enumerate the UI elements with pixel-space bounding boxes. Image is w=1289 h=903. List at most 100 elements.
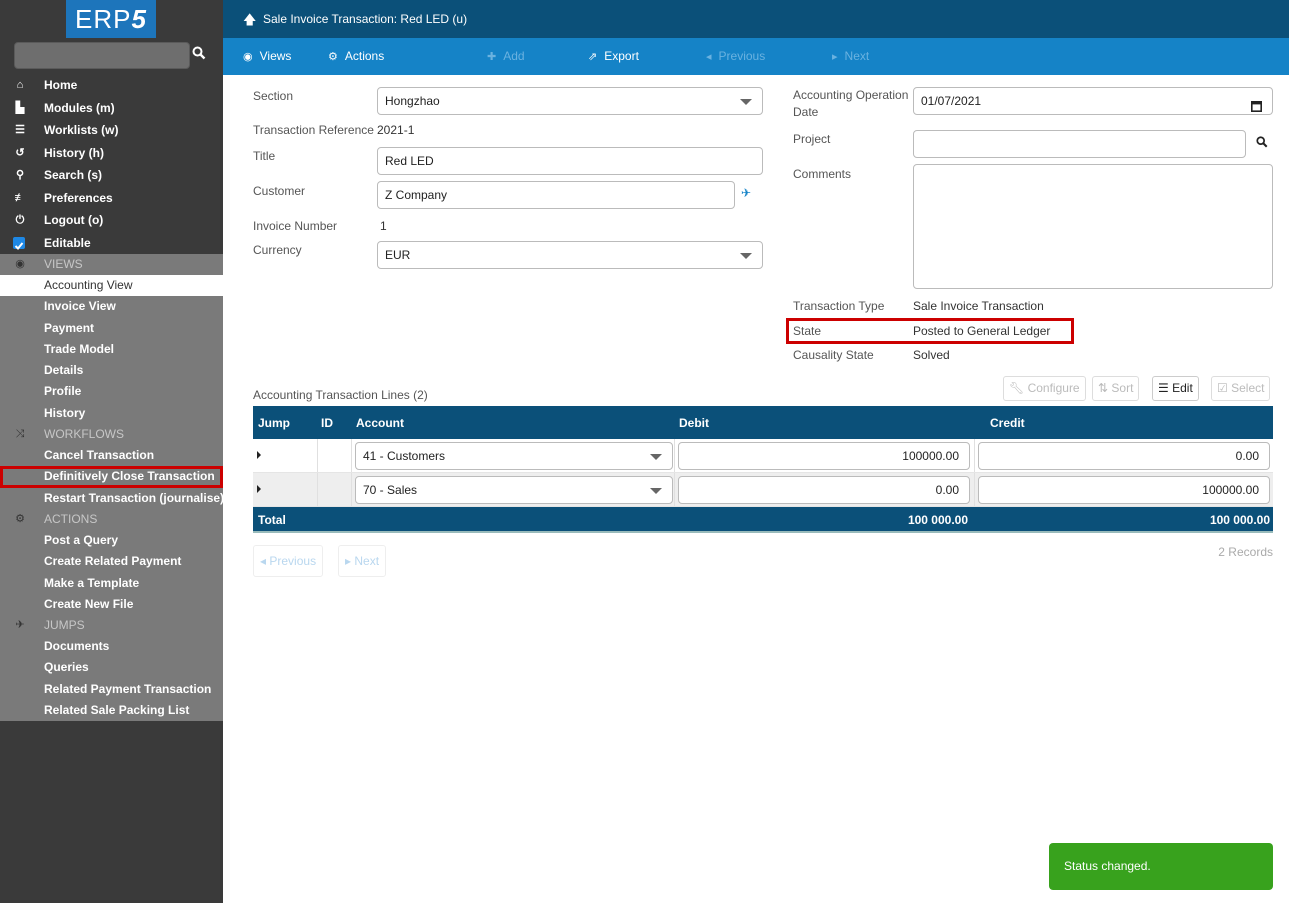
view-payment[interactable]: Payment <box>0 317 223 339</box>
sidebar-item-home[interactable]: ⌂ Home <box>0 74 223 97</box>
lines-previous-button[interactable]: ◂ Previous <box>253 545 324 577</box>
view-profile[interactable]: Profile <box>0 381 223 403</box>
view-accounting[interactable]: Accounting View <box>0 275 223 297</box>
next-button[interactable]: ▸ Next <box>832 49 869 63</box>
title-input[interactable]: Red LED <box>377 147 763 175</box>
column-header-id[interactable]: ID <box>321 416 333 430</box>
debit-input[interactable]: 0.00 <box>678 476 970 504</box>
column-divider <box>674 473 675 506</box>
jump-documents[interactable]: Documents <box>0 636 223 658</box>
jump-related-payment-transaction[interactable]: Related Payment Transaction <box>0 678 223 701</box>
action-post-query[interactable]: Post a Query <box>0 529 223 552</box>
lines-next-button[interactable]: ▸ Next <box>338 545 387 577</box>
sidebar-item-label: Search (s) <box>44 168 103 182</box>
credit-input[interactable]: 100000.00 <box>978 476 1270 504</box>
table-header: Jump ID Account Debit Credit <box>253 406 1273 439</box>
column-divider <box>317 473 318 506</box>
account-select[interactable]: 41 - Customers <box>355 442 673 470</box>
project-input[interactable] <box>913 130 1246 158</box>
state-label: State <box>793 324 822 338</box>
sidebar-item-history[interactable]: ↺ History (h) <box>0 142 223 165</box>
checkbox-icon: ☑ <box>1217 381 1228 395</box>
action-create-related-payment[interactable]: Create Related Payment <box>0 551 223 573</box>
jump-queries[interactable]: Queries <box>0 657 223 679</box>
sort-icon: ⇅ <box>1098 381 1109 395</box>
checkbox-icon[interactable] <box>13 236 25 250</box>
debit-input[interactable]: 100000.00 <box>678 442 970 470</box>
lines-table: Jump ID Account Debit Credit 41 - Custom… <box>253 406 1273 533</box>
account-select[interactable]: 70 - Sales <box>355 476 673 504</box>
chevron-down-icon <box>740 99 752 105</box>
home-icon: ⌂ <box>16 79 24 91</box>
toolbar: ◉ Views ⚙ Actions ✚ Add ⇗ Export ◂ Previous ▸… <box>223 38 1289 75</box>
operation-date-label: Accounting Operation Date <box>793 87 908 121</box>
select-button[interactable]: ☑ Select <box>1211 376 1271 401</box>
jump-caret-icon[interactable] <box>257 451 261 459</box>
workflow-cancel-transaction[interactable]: Cancel Transaction <box>0 445 223 467</box>
jump-related-sale-packing-list[interactable]: Related Sale Packing List <box>0 700 223 722</box>
section-title: JUMPS <box>44 618 85 633</box>
select-value: EUR <box>385 248 411 262</box>
jumps-header: ✈ JUMPS <box>0 615 223 637</box>
project-label: Project <box>793 132 831 146</box>
arrow-up-icon[interactable]: 🡅 <box>243 11 256 33</box>
plane-icon[interactable]: ✈ <box>741 186 751 200</box>
view-details[interactable]: Details <box>0 360 223 382</box>
workflow-definitively-close-transaction[interactable]: Definitively Close Transaction <box>0 466 223 488</box>
button-label: Actions <box>344 49 385 63</box>
credit-input[interactable]: 0.00 <box>978 442 1270 470</box>
causality-state-value: Solved <box>913 348 950 362</box>
logout-icon: ⏻ <box>15 214 25 226</box>
column-header-account[interactable]: Account <box>356 416 404 430</box>
sidebar-search-input[interactable] <box>14 42 190 69</box>
button-label: Sort <box>1111 381 1134 395</box>
search-icon[interactable] <box>192 46 210 64</box>
section-label: Section <box>253 89 294 103</box>
jump-caret-icon[interactable] <box>257 485 261 493</box>
editable-toggle[interactable]: Editable <box>0 232 223 255</box>
customer-input[interactable]: Z Company <box>377 181 735 209</box>
column-header-debit[interactable]: Debit <box>679 416 709 430</box>
column-divider <box>974 473 975 506</box>
export-button[interactable]: ⇗ Export <box>588 49 639 63</box>
section-select[interactable]: Hongzhao <box>377 87 763 115</box>
sort-button[interactable]: ⇅ Sort <box>1092 376 1140 401</box>
column-divider <box>351 439 352 472</box>
sidebar-item-logout[interactable]: ⏻ Logout (o) <box>0 209 223 232</box>
sidebar-item-label: History (h) <box>44 145 104 160</box>
views-button[interactable]: ◉ Views <box>243 49 291 63</box>
column-divider <box>317 439 318 472</box>
sidebar-item-label: Logout (o) <box>44 213 104 227</box>
calendar-icon[interactable] <box>1251 95 1262 121</box>
view-trade-model[interactable]: Trade Model <box>0 338 223 361</box>
actions-button[interactable]: ⚙ Actions <box>328 49 384 63</box>
action-make-template[interactable]: Make a Template <box>0 572 223 594</box>
column-header-jump[interactable]: Jump <box>258 416 290 430</box>
invoice-number-value: 1 <box>380 219 387 233</box>
causality-state-label: Causality State <box>793 348 874 362</box>
invoice-number-label: Invoice Number <box>253 219 338 233</box>
workflow-restart-transaction[interactable]: Restart Transaction (journalise) <box>0 487 224 509</box>
action-create-new-file[interactable]: Create New File <box>0 593 223 616</box>
sidebar-item-worklists[interactable]: ☰ Worklists (w) <box>0 119 223 142</box>
currency-select[interactable]: EUR <box>377 241 763 269</box>
search-icon[interactable] <box>1256 136 1268 151</box>
column-header-credit[interactable]: Credit <box>990 416 1025 430</box>
section-title: WORKFLOWS <box>44 427 124 442</box>
plane-icon: ✈ <box>15 619 25 632</box>
edit-button[interactable]: ☰ Edit <box>1152 376 1199 401</box>
sidebar-item-preferences[interactable]: ≢ Preferences <box>0 187 223 210</box>
view-history[interactable]: History <box>0 402 223 425</box>
configure-button[interactable]: 🔧︎ Configure <box>1003 376 1086 401</box>
sidebar-item-search[interactable]: ⚲ Search (s) <box>0 164 223 187</box>
sidebar-item-modules[interactable]: ▙ Modules (m) <box>0 97 223 120</box>
actions-header: ⚙ ACTIONS <box>0 508 223 530</box>
operation-date-input[interactable]: 01/07/2021 <box>913 87 1273 115</box>
erp5-logo[interactable]: ERP5 <box>66 0 156 38</box>
add-button[interactable]: ✚ Add <box>487 49 525 63</box>
previous-button[interactable]: ◂ Previous <box>706 49 765 63</box>
comments-textarea[interactable] <box>913 164 1273 289</box>
input-value: Z Company <box>385 188 448 202</box>
caret-left-icon: ◂ <box>706 51 712 63</box>
view-invoice[interactable]: Invoice View <box>0 296 223 318</box>
